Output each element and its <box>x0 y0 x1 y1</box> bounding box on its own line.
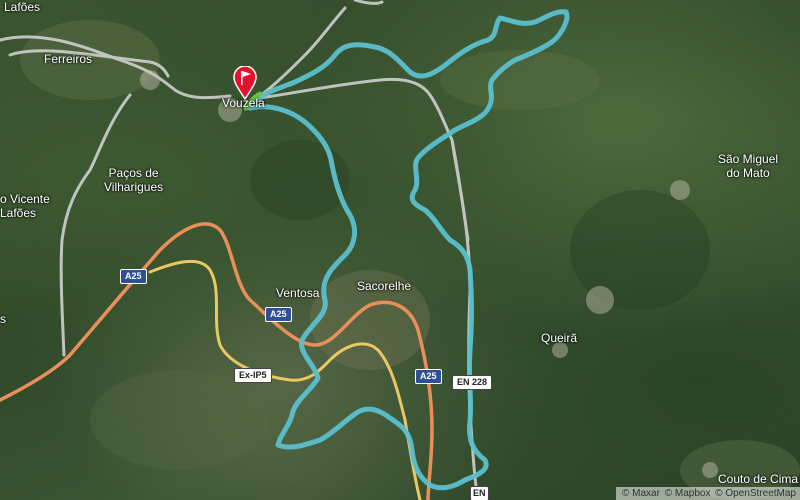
road-shield-a25-left: A25 <box>120 269 147 284</box>
road-shield-en228: EN 228 <box>452 375 493 390</box>
map-attribution: © Maxar © Mapbox © OpenStreetMap <box>616 487 800 500</box>
terrain-texture <box>20 20 800 500</box>
map-overlay <box>0 0 800 500</box>
place-label-sacorelhe: Sacorelhe <box>357 279 412 293</box>
place-label-sao-vicente: o Vicente Lafões <box>0 192 50 220</box>
attribution-osm[interactable]: © OpenStreetMap <box>715 488 796 499</box>
place-label-sao-miguel-do-mato: São Miguel do Mato <box>718 152 778 180</box>
place-label-sao-miguel-line2: do Mato <box>726 166 770 180</box>
attribution-maxar[interactable]: © Maxar <box>622 488 660 499</box>
place-label-lafoes: Lafões <box>4 0 41 14</box>
place-label-pacos-vilharigues: Paços de Vilharigues <box>104 166 163 194</box>
place-label-vouzela: Vouzela <box>222 96 265 110</box>
attribution-mapbox[interactable]: © Mapbox <box>665 488 711 499</box>
place-label-ventosa: Ventosa <box>276 286 320 300</box>
place-label-queira: Queirã <box>541 331 578 345</box>
road-shield-en-bottom: EN <box>470 486 489 500</box>
road-south-west <box>59 93 132 357</box>
road-shield-a25-center: A25 <box>265 307 292 322</box>
place-label-ferreiros: Ferreiros <box>44 52 93 66</box>
place-label-pacos-line2: Vilharigues <box>104 180 164 194</box>
start-flag-marker-icon[interactable] <box>232 66 258 100</box>
road-shield-a25-right: A25 <box>415 369 442 384</box>
place-label-sao-vicente-line2: Lafões <box>0 206 37 220</box>
place-label-sao-miguel-line1: São Miguel <box>718 152 779 166</box>
satellite-map[interactable]: Lafões Ferreiros Vouzela Paços de Vilhar… <box>0 0 800 500</box>
road-top <box>353 0 384 5</box>
place-label-sao-vicente-line1: o Vicente <box>0 192 50 206</box>
place-label-pacos-line1: Paços de <box>108 166 159 180</box>
place-label-couto-de-cima: Couto de Cima <box>718 472 799 486</box>
road-shield-exip5: Ex-IP5 <box>234 368 272 383</box>
place-label-left-edge: s <box>0 312 6 326</box>
